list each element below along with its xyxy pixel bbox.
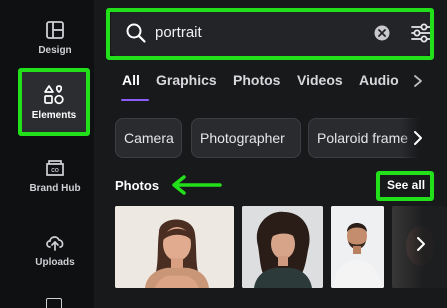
tab-videos[interactable]: Videos bbox=[297, 72, 343, 88]
see-all-link[interactable]: See all bbox=[387, 178, 425, 192]
svg-text:CO: CO bbox=[51, 168, 59, 174]
category-tabs: All Graphics Photos Videos Audio bbox=[122, 72, 442, 102]
elements-panel: portrait All Graphics Photos Videos Audi… bbox=[94, 0, 447, 308]
tab-photos[interactable]: Photos bbox=[233, 72, 280, 88]
chip-label: Polaroid frame bbox=[317, 130, 409, 146]
active-tab-indicator bbox=[121, 99, 149, 101]
photo-thumbnail[interactable] bbox=[242, 206, 323, 288]
chip-label: Camera bbox=[124, 130, 174, 146]
search-bar[interactable]: portrait bbox=[111, 10, 431, 56]
sidebar-item-label: Brand Hub bbox=[29, 183, 81, 194]
tab-audio[interactable]: Audio bbox=[359, 72, 399, 88]
photos-next-button[interactable] bbox=[407, 230, 435, 258]
tab-all[interactable]: All bbox=[122, 72, 140, 88]
photos-section-title: Photos bbox=[115, 178, 160, 193]
chip-label: Photographer bbox=[200, 130, 285, 146]
sidebar-item-partial[interactable] bbox=[46, 298, 62, 308]
left-sidebar: Design Elements CO Brand Hub Uploads bbox=[0, 0, 106, 308]
sidebar-item-label: Design bbox=[38, 45, 72, 56]
chevron-right-icon[interactable] bbox=[412, 74, 424, 88]
portrait-photo-man bbox=[331, 206, 384, 288]
suggestion-chip-photographer[interactable]: Photographer bbox=[191, 118, 301, 158]
tab-graphics[interactable]: Graphics bbox=[156, 72, 217, 88]
suggestion-chip-camera[interactable]: Camera bbox=[115, 118, 182, 158]
sidebar-item-elements[interactable]: Elements bbox=[18, 70, 90, 134]
sidebar-item-label: Elements bbox=[31, 110, 77, 121]
cloud-upload-icon bbox=[46, 236, 64, 251]
arrow-left-annotation-icon bbox=[172, 175, 222, 195]
portrait-photo-woman bbox=[115, 206, 234, 288]
shapes-icon bbox=[44, 85, 64, 105]
photo-thumbnail[interactable] bbox=[115, 206, 234, 288]
brand-hub-icon: CO bbox=[46, 160, 64, 176]
layout-icon bbox=[46, 21, 64, 39]
filter-icon[interactable] bbox=[410, 23, 432, 43]
photo-thumbnail[interactable] bbox=[331, 206, 384, 288]
clear-icon[interactable] bbox=[374, 25, 390, 41]
sidebar-item-uploads[interactable]: Uploads bbox=[8, 218, 102, 282]
sidebar-item-label: Uploads bbox=[35, 257, 75, 268]
sidebar-item-brand-hub[interactable]: CO Brand Hub bbox=[8, 144, 102, 208]
sidebar-item-design[interactable]: Design bbox=[8, 6, 102, 70]
search-input[interactable]: portrait bbox=[155, 24, 202, 41]
portrait-photo-woman-curly bbox=[242, 206, 323, 288]
chevron-right-icon bbox=[417, 237, 425, 251]
chevron-right-icon[interactable] bbox=[412, 130, 424, 146]
search-icon bbox=[126, 23, 146, 43]
